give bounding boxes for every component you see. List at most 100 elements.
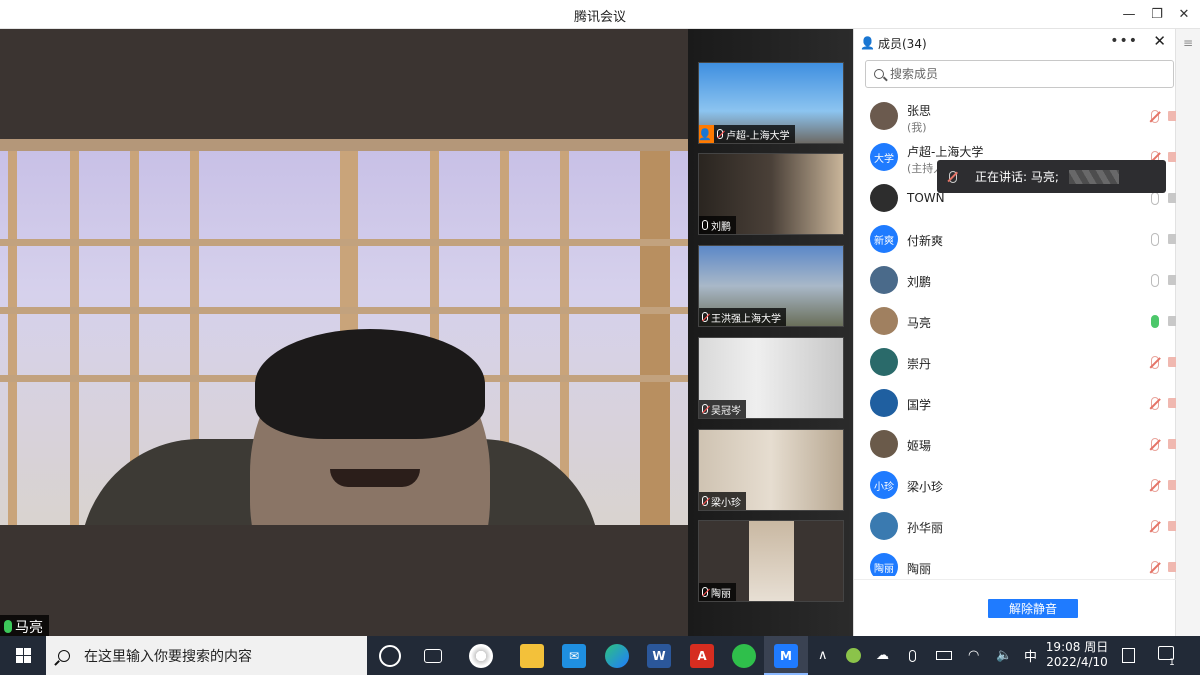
tray-app-icon[interactable] [846,636,861,675]
member-name: 马亮 [907,316,932,330]
mic-muted-icon[interactable] [1151,438,1159,451]
avatar [870,184,898,212]
more-horizontal-icon[interactable]: ••• [1110,33,1138,49]
avatar [870,430,898,458]
tencent-meeting-icon[interactable]: M [774,644,798,668]
member-row[interactable]: 张思 (我) [854,96,1176,137]
member-name: 姬瑒 [907,439,932,453]
camera-off-icon[interactable] [1168,521,1176,531]
mic-icon[interactable] [1151,274,1159,287]
thumbnail-video[interactable]: 👤 卢超-上海大学 [698,62,844,144]
member-row[interactable]: 小珍 梁小珍 [854,465,1176,506]
member-name: 卢超-上海大学 [907,145,984,159]
thumbnail-video[interactable]: 陶丽 [698,520,844,602]
battery-icon[interactable] [936,636,952,675]
task-view-icon[interactable] [424,649,442,663]
mic-muted-icon[interactable] [1151,110,1159,123]
ime-indicator[interactable]: 中 [1024,636,1037,675]
taskbar-clock[interactable]: 19:08 周日 2022/4/10 [1044,640,1110,670]
camera-icon[interactable] [1168,275,1176,285]
avatar [870,512,898,540]
volume-icon[interactable]: 🔈 [996,636,1012,675]
member-row[interactable]: 刘鹏 [854,260,1176,301]
mic-icon[interactable] [1151,233,1159,246]
notes-icon[interactable] [1122,636,1135,675]
camera-icon[interactable] [1168,234,1176,244]
camera-off-icon[interactable] [1168,562,1176,572]
user-icon: 👤 [860,36,875,50]
cloud-icon[interactable]: ☁ [876,636,889,675]
member-row[interactable]: 孙华丽 [854,506,1176,547]
thumbnail-video[interactable]: 梁小珍 [698,429,844,511]
camera-off-icon[interactable] [1168,111,1176,121]
member-row[interactable]: 国学 [854,383,1176,424]
cortana-icon[interactable] [379,645,401,667]
edge-icon[interactable] [605,644,629,668]
camera-off-icon[interactable] [1168,357,1176,367]
mic-muted-icon[interactable] [1151,520,1159,533]
camera-icon[interactable] [1168,316,1176,326]
title-bar: 腾讯会议 — ❐ ✕ [0,0,1200,29]
avatar [870,307,898,335]
member-row[interactable]: 姬瑒 [854,424,1176,465]
camera-off-icon[interactable] [1168,439,1176,449]
side-rail: ≡ [1175,29,1200,636]
avatar: 小珍 [870,471,898,499]
member-row[interactable]: 崇丹 [854,342,1176,383]
main-video[interactable]: 马亮 [0,29,688,636]
mic-muted-icon [702,496,708,506]
chevron-up-icon[interactable]: ∧ [818,636,828,675]
thumbnail-name: 卢超-上海大学 [726,130,790,142]
thumbnail-video[interactable]: 吴冠岑 [698,337,844,419]
clock-date: 2022/4/10 [1046,655,1108,669]
acrobat-icon[interactable]: A [690,644,714,668]
member-name: 刘鹏 [907,275,932,289]
mic-muted-icon[interactable] [1151,561,1159,574]
mic-icon[interactable] [1151,315,1159,328]
mic-muted-icon[interactable] [1151,356,1159,369]
member-row[interactable]: 新爽 付新爽 [854,219,1176,260]
mail-icon[interactable]: ✉ [562,644,586,668]
notification-badge: 1 [1169,658,1175,668]
member-row[interactable]: 马亮 [854,301,1176,342]
file-explorer-icon[interactable] [520,644,544,668]
member-panel: 👤 成员(34) ••• ✕ ≡ 张思(我)大学卢超-上海大学(主持人)TOWN… [853,29,1200,636]
close-window-button[interactable]: ✕ [1167,0,1200,29]
unmute-all-button[interactable]: 解除静音 [988,599,1078,618]
member-search[interactable] [865,60,1174,88]
video-thumbnail-strip: 👤 卢超-上海大学 刘鹏 王洪强上海大学 吴冠岑 梁小珍 陶丽 [688,29,853,636]
camera-icon[interactable] [1168,193,1176,203]
camera-off-icon[interactable] [1168,152,1176,162]
taskbar: 在这里输入你要搜索的内容 ✉ W A M ∧ ☁ ◠ 🔈 中 19:08 周日 … [0,636,1200,675]
microphone-icon[interactable] [909,636,916,675]
mic-muted-icon[interactable] [1151,479,1159,492]
member-name: TOWN [907,191,945,205]
word-icon[interactable]: W [647,644,671,668]
close-icon[interactable]: ✕ [1153,32,1166,50]
member-name: 陶丽 [907,562,932,576]
member-name: 崇丹 [907,357,932,371]
speaking-tooltip-text: 正在讲话: 马亮; [975,170,1059,184]
speaker-name: 马亮 [15,619,43,636]
avatar [870,348,898,376]
thumbnail-video[interactable]: 刘鹏 [698,153,844,235]
member-search-input[interactable] [890,67,1150,81]
mic-icon[interactable] [1151,192,1159,205]
pinwheel-app-icon[interactable] [469,644,493,668]
avatar [870,389,898,417]
camera-off-icon[interactable] [1168,480,1176,490]
menu-icon[interactable]: ≡ [1183,36,1193,50]
wechat-icon[interactable] [732,644,756,668]
mic-muted-icon[interactable] [1151,397,1159,410]
windows-icon [15,648,31,663]
start-button[interactable] [0,636,46,675]
thumbnail-name: 陶丽 [711,588,731,600]
camera-off-icon[interactable] [1168,398,1176,408]
window-title: 腾讯会议 [573,10,626,25]
search-icon [58,649,70,662]
taskbar-search[interactable]: 在这里输入你要搜索的内容 [46,636,367,675]
member-row[interactable]: 陶丽 陶丽 [854,547,1176,576]
wifi-icon[interactable]: ◠ [968,636,979,675]
mic-muted-icon [702,587,708,597]
thumbnail-video[interactable]: 王洪强上海大学 [698,245,844,327]
